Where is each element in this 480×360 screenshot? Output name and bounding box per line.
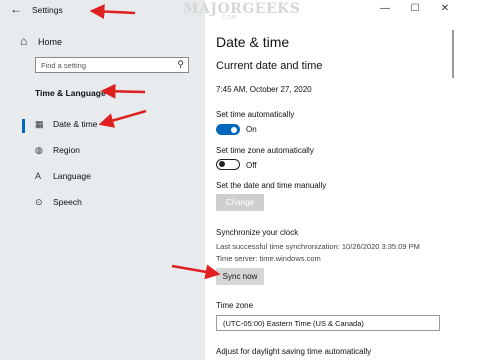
set-timezone-auto-toggle[interactable] [216,159,240,170]
toggle-knob [219,161,225,167]
dst-label: Adjust for daylight saving time automati… [216,347,372,356]
current-date-heading: Current date and time [216,60,323,72]
sidebar-item-region[interactable]: ◍ Region [35,145,80,159]
home-icon: ⌂ [20,34,28,48]
scrollbar[interactable] [452,30,454,78]
sidebar-item-label: Language [53,171,91,181]
sidebar-item-home[interactable]: Home [38,37,62,47]
close-button[interactable]: ✕ [438,3,452,14]
page-title: Date & time [216,34,290,50]
sidebar-item-language[interactable]: A Language [35,171,91,185]
globe-icon: ◍ [35,145,43,155]
microphone-icon: ⊙ [35,197,43,207]
maximize-button[interactable]: ☐ [408,3,422,14]
sync-now-button[interactable]: Sync now [216,268,264,285]
search-placeholder: Find a setting [41,61,87,70]
search-icon: ⚲ [177,59,184,69]
set-timezone-auto-label: Set time zone automatically [216,146,314,155]
sync-server: Time server: time.windows.com [216,254,321,263]
set-time-auto-toggle[interactable] [216,124,240,135]
sync-heading: Synchronize your clock [216,228,299,237]
sidebar-item-label: Speech [53,197,82,207]
calendar-clock-icon: ▦ [35,119,44,129]
selected-indicator [22,119,25,133]
section-title: Time & Language [35,88,106,98]
sidebar-item-label: Region [53,145,80,155]
back-arrow-icon[interactable]: ← [10,2,22,16]
window-title: Settings [32,5,63,15]
sidebar-item-label: Date & time [53,119,98,129]
change-button[interactable]: Change [216,194,264,211]
timezone-select[interactable]: (UTC-05:00) Eastern Time (US & Canada) [216,315,440,331]
watermark-sub: .COM [220,15,238,21]
title-bar: ← Settings MAJORGEEKS .COM — ☐ ✕ [0,0,480,22]
set-time-auto-state: On [246,125,257,134]
watermark: MAJORGEEKS [183,1,301,17]
set-timezone-auto-state: Off [246,161,257,170]
timezone-label: Time zone [216,301,254,310]
current-date-value: 7:45 AM, October 27, 2020 [216,85,312,94]
sidebar: ⌂ Home Find a setting ⚲ Time & Language … [0,0,205,360]
sync-last-time: Last successful time synchronization: 10… [216,242,420,251]
search-input[interactable]: Find a setting ⚲ [35,57,189,73]
set-time-auto-label: Set time automatically [216,110,295,119]
timezone-value: (UTC-05:00) Eastern Time (US & Canada) [223,319,364,328]
toggle-knob [231,126,237,133]
manual-label: Set the date and time manually [216,181,327,190]
sidebar-item-speech[interactable]: ⊙ Speech [35,197,82,211]
language-icon: A [35,171,42,181]
sidebar-item-date-time[interactable]: ▦ Date & time [35,119,97,133]
settings-window: ⌂ Home Find a setting ⚲ Time & Language … [0,0,480,360]
minimize-button[interactable]: — [378,3,392,14]
